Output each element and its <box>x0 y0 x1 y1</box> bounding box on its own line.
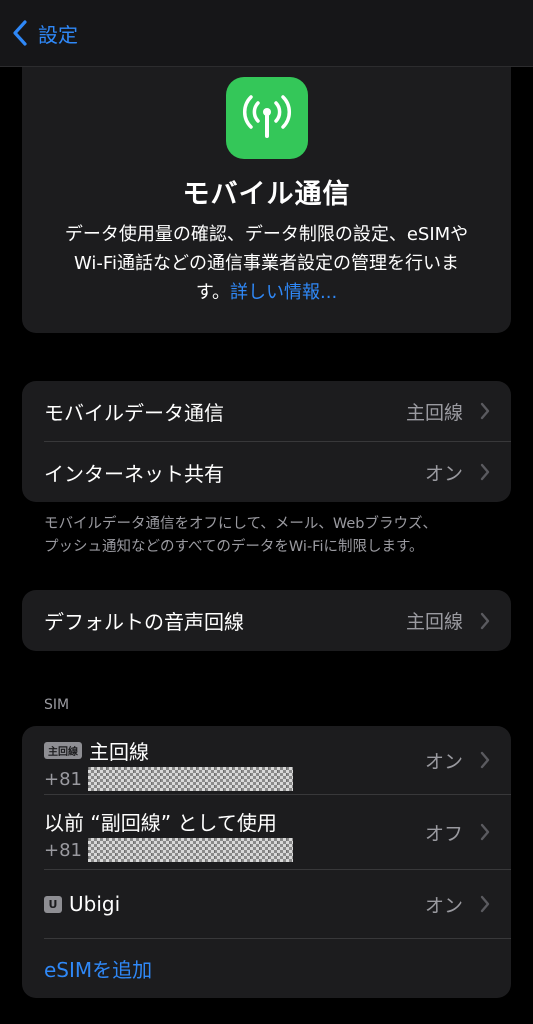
navigation-bar: 設定 <box>0 0 533 67</box>
sim-status-value: オン <box>424 894 463 917</box>
sim-label-badge: U <box>44 895 62 913</box>
chevron-right-icon <box>480 895 490 913</box>
add-esim-row[interactable]: eSIMを追加 <box>22 939 511 998</box>
sim-status-value: オン <box>424 750 463 773</box>
back-label: 設定 <box>38 22 78 47</box>
sim-row-former-secondary[interactable]: 以前 “副回線” として使用 +81 オフ <box>22 795 511 869</box>
sim-row-ubigi[interactable]: U Ubigi オン <box>22 870 511 938</box>
page-title: モバイル通信 <box>182 179 351 210</box>
sim-label-badge: 主回線 <box>44 742 82 759</box>
sim-title: 主回線 主回線 <box>44 736 293 765</box>
learn-more-link[interactable]: 詳しい情報... <box>230 282 337 303</box>
sim-status-value: オフ <box>424 822 463 845</box>
mobile-data-label: モバイルデータ通信 <box>44 400 224 425</box>
chevron-right-icon <box>480 823 490 841</box>
sim-list-group: 主回線 主回線 +81 オン 以前 “副回線” として使用 +81 オフ U U… <box>22 726 511 998</box>
description-line: Wi-Fi通話などの通信事業者設定の管理を行いま <box>74 253 459 274</box>
cellular-info-card: モバイル通信 データ使用量の確認、データ制限の設定、eSIMや Wi-Fi通話な… <box>22 40 511 333</box>
phone-prefix: +81 <box>44 839 82 861</box>
footnote-line: プッシュ通知などのすべてのデータをWi-Fiに制限します。 <box>44 539 424 555</box>
sim-row-primary[interactable]: 主回線 主回線 +81 オン <box>22 726 511 794</box>
personal-hotspot-label: インターネット共有 <box>44 461 224 486</box>
redacted-phone-number <box>88 838 293 862</box>
mobile-data-row[interactable]: モバイルデータ通信 主回線 <box>22 381 511 441</box>
personal-hotspot-row[interactable]: インターネット共有 オン <box>22 442 511 502</box>
sim-name: Ubigi <box>69 892 121 916</box>
sim-name: 主回線 <box>89 740 149 764</box>
back-button[interactable]: 設定 <box>12 19 78 48</box>
footnote-line: モバイルデータ通信をオフにして、メール、Webブラウズ、 <box>44 516 437 532</box>
sim-section-header: SIM <box>44 697 70 713</box>
sim-phone-number: +81 <box>44 767 293 791</box>
personal-hotspot-value: オン <box>424 462 463 485</box>
mobile-data-value: 主回線 <box>405 401 463 424</box>
sim-primary-info: 主回線 主回線 +81 <box>44 736 293 791</box>
chevron-right-icon <box>480 751 490 769</box>
sim-secondary-info: 以前 “副回線” として使用 +81 <box>44 807 293 862</box>
phone-prefix: +81 <box>44 768 82 790</box>
sim-name: 以前 “副回線” として使用 <box>44 811 277 835</box>
sim-phone-number: +81 <box>44 838 293 862</box>
sim-ubigi-info: U Ubigi <box>44 892 120 916</box>
data-settings-group: モバイルデータ通信 主回線 インターネット共有 オン <box>22 381 511 502</box>
add-esim-button[interactable]: eSIMを追加 <box>44 954 152 983</box>
mobile-data-footnote: モバイルデータ通信をオフにして、メール、Webブラウズ、 プッシュ通知などのすべ… <box>44 513 504 559</box>
description-line: す。 <box>195 282 231 303</box>
redacted-phone-number <box>88 767 293 791</box>
chevron-right-icon <box>480 612 490 629</box>
default-voice-line-label: デフォルトの音声回線 <box>44 610 244 634</box>
antenna-radiowaves-icon <box>226 77 308 159</box>
chevron-right-icon <box>480 463 490 481</box>
chevron-left-icon <box>13 20 27 46</box>
default-voice-line-row[interactable]: デフォルトの音声回線 主回線 <box>22 590 511 651</box>
default-voice-line-value: 主回線 <box>405 611 463 633</box>
default-voice-group: デフォルトの音声回線 主回線 <box>22 590 511 651</box>
chevron-right-icon <box>480 402 490 420</box>
cellular-description: データ使用量の確認、データ制限の設定、eSIMや Wi-Fi通話などの通信事業者… <box>48 220 485 307</box>
description-line: データ使用量の確認、データ制限の設定、eSIMや <box>64 224 469 245</box>
